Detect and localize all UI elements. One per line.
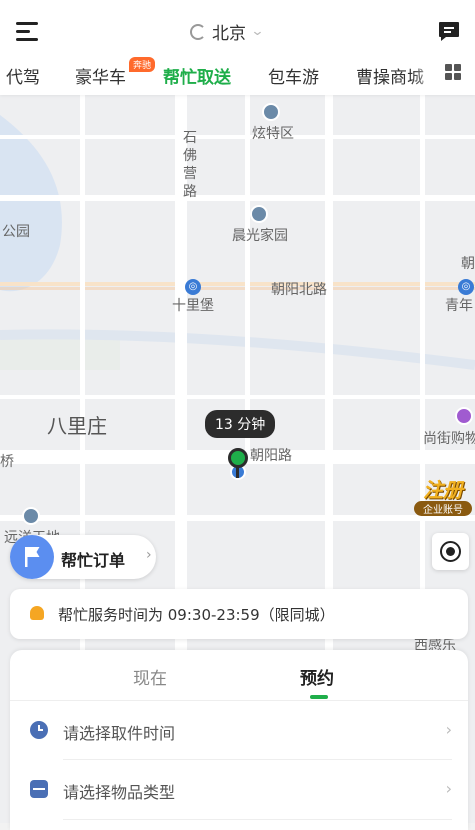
map-label-park: 公园 — [2, 224, 30, 240]
poi-icon — [250, 205, 268, 223]
tab-book[interactable]: 预约 — [300, 664, 334, 689]
top-bar: 北京 ⌄ 代驾 豪华车 奔驰 帮忙取送 包车游 曹操商城 — [0, 0, 475, 95]
order-panel: 现在 预约 请选择取件时间 › 请选择物品类型 › — [10, 650, 468, 830]
poi-icon — [22, 507, 40, 525]
chevron-right-icon: › — [445, 779, 452, 798]
service-tabs: 代驾 豪华车 奔驰 帮忙取送 包车游 曹操商城 — [0, 57, 440, 90]
divider — [63, 819, 452, 820]
item-type-label: 请选择物品类型 — [63, 783, 176, 802]
bell-icon — [30, 606, 44, 620]
chevron-down-icon: ⌄ — [250, 24, 265, 39]
chevron-right-icon: › — [445, 720, 452, 739]
tab-daijia[interactable]: 代驾 — [6, 63, 40, 88]
notice-text: 帮忙服务时间为 09:30-23:59（限同城） — [58, 606, 335, 624]
poi-icon — [262, 103, 280, 121]
tab-help-deliver[interactable]: 帮忙取送 — [163, 63, 231, 88]
metro-icon: ◎ — [185, 279, 201, 295]
metro-icon: ◎ — [458, 279, 474, 295]
locate-button[interactable] — [432, 533, 469, 570]
locate-icon-dot — [446, 547, 455, 556]
promo-title: 注册 — [423, 478, 463, 502]
tab-now[interactable]: 现在 — [133, 664, 167, 689]
map-label-chaoyangbei: 朝阳北路 — [271, 282, 327, 298]
poi-icon — [455, 407, 473, 425]
clock-icon — [30, 721, 48, 739]
pickup-pin-icon — [228, 448, 248, 468]
map-label-shangjie: 尚街购物 — [423, 431, 475, 447]
city-selector[interactable]: 北京 ⌄ — [190, 19, 265, 44]
service-hours-notice: 帮忙服务时间为 09:30-23:59（限同城） — [10, 589, 468, 639]
map-label-chenguang: 晨光家园 — [232, 228, 288, 244]
register-enterprise-promo[interactable]: 注册 企业账号 — [414, 474, 472, 518]
box-icon — [30, 780, 48, 798]
map-label-shilipu: 十里堡 — [172, 298, 214, 314]
tab-luxury-car[interactable]: 豪华车 奔驰 — [75, 57, 156, 88]
map-label-qingnian: 青年 — [445, 298, 473, 314]
pin-stem — [236, 466, 239, 478]
map-label-shifoying: 石佛营路 — [183, 130, 197, 200]
menu-icon[interactable] — [16, 22, 38, 42]
tab-badge: 奔驰 — [129, 57, 156, 72]
grid-icon[interactable] — [445, 64, 461, 80]
pickup-time-row[interactable]: 请选择取件时间 › — [10, 700, 468, 761]
map-label-chaoyanglu: 朝阳路 — [250, 448, 292, 464]
chevron-right-icon: › — [146, 547, 152, 563]
help-orders-label: 帮忙订单 — [61, 551, 126, 570]
eta-bubble: 13 分钟 — [205, 410, 276, 438]
city-icon — [190, 23, 206, 40]
tabs-fade — [411, 58, 441, 90]
map-label-xuanteqv: 炫特区 — [252, 126, 294, 142]
tab-luxury-label: 豪华车 — [75, 68, 126, 88]
map-label-chao: 朝 — [461, 256, 475, 272]
map-label-balizhuang: 八里庄 — [47, 414, 107, 438]
message-icon[interactable] — [437, 20, 461, 42]
promo-subtitle: 企业账号 — [414, 501, 472, 516]
flag-icon — [10, 535, 54, 579]
item-type-row[interactable]: 请选择物品类型 › — [10, 760, 468, 820]
tab-charter-tour[interactable]: 包车游 — [268, 63, 319, 88]
city-name: 北京 — [212, 24, 246, 44]
help-orders-button[interactable]: 帮忙订单 › — [10, 535, 156, 579]
tab-indicator — [310, 695, 328, 699]
pickup-time-label: 请选择取件时间 — [63, 724, 176, 743]
map-label-qiao: 桥 — [0, 454, 14, 470]
